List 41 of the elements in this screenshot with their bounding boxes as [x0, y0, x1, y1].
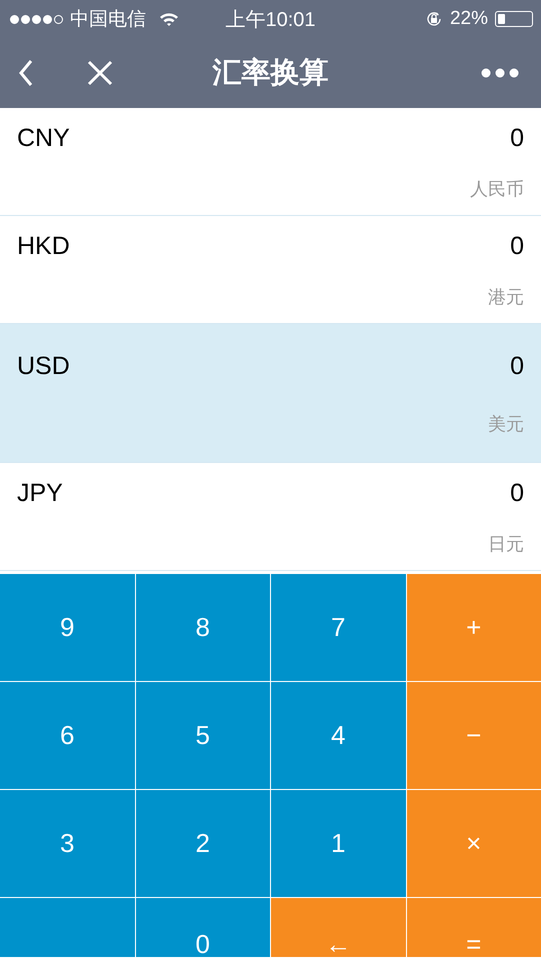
currency-code: HKD [17, 232, 70, 261]
currency-amount: 0 [510, 352, 524, 381]
keypad-key[interactable]: + [406, 574, 541, 681]
battery-icon [495, 11, 533, 27]
currency-name: 日元 [488, 533, 524, 556]
currency-row[interactable]: USD 0 美元 [0, 324, 541, 463]
currency-amount: 0 [510, 124, 524, 153]
keypad-key[interactable]: − [406, 682, 541, 789]
currency-amount: 0 [510, 479, 524, 508]
signal-icon [10, 14, 63, 24]
keypad-key[interactable]: 8 [136, 574, 270, 681]
currency-code: CNY [17, 124, 70, 153]
currency-name: 人民币 [470, 178, 524, 201]
rotation-lock-icon [424, 10, 443, 28]
page-title: 汇率换算 [212, 54, 328, 91]
keypad-key[interactable]: 3 [0, 790, 134, 897]
wifi-icon [159, 12, 179, 26]
clock-time: 上午10:01 [225, 8, 316, 32]
currency-code: USD [17, 352, 70, 381]
more-button[interactable] [481, 68, 519, 78]
currency-code: JPY [17, 479, 63, 508]
currency-name: 港元 [488, 286, 524, 309]
keypad-key[interactable]: 7 [271, 574, 406, 681]
keypad-key[interactable]: ← [271, 898, 406, 957]
currency-row[interactable]: JPY 0 日元 [0, 463, 541, 571]
keypad-key[interactable]: 0 [136, 898, 270, 957]
back-button[interactable] [18, 59, 34, 87]
keypad-key[interactable]: 4 [271, 682, 406, 789]
keypad-key[interactable]: 9 [0, 574, 134, 681]
currency-name: 美元 [488, 413, 524, 436]
close-button[interactable] [87, 60, 113, 86]
carrier-name: 中国电信 [70, 8, 146, 32]
keypad-key[interactable]: 6 [0, 682, 134, 789]
battery-percent: 22% [450, 8, 488, 30]
keypad-key[interactable]: 2 [136, 790, 270, 897]
keypad-key[interactable]: 5 [136, 682, 270, 789]
keypad-key[interactable]: = [406, 898, 541, 957]
currency-row[interactable]: CNY 0 人民币 [0, 108, 541, 216]
currency-amount: 0 [510, 232, 524, 261]
keypad-key[interactable]: × [406, 790, 541, 897]
keypad-key[interactable]: 1 [271, 790, 406, 897]
